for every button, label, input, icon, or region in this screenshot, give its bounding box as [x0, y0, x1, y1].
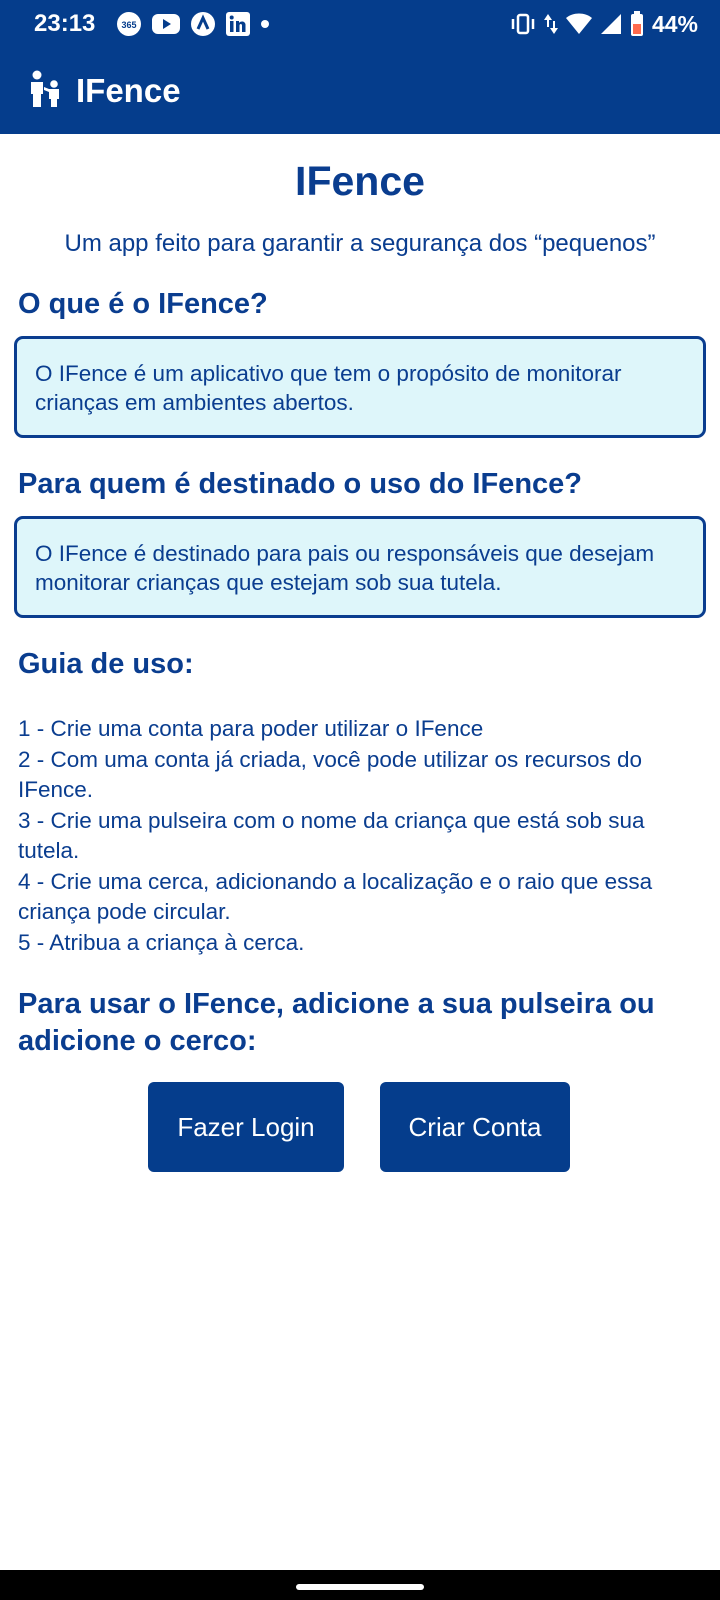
- signal-icon: [600, 11, 622, 37]
- home-gesture-handle[interactable]: [296, 1584, 424, 1590]
- youtube-icon: [152, 11, 180, 37]
- cta-heading: Para usar o IFence, adicione a sua pulse…: [18, 988, 655, 1057]
- wifi-icon: [565, 11, 592, 37]
- guide-step: 5 - Atribua a criança à cerca.: [18, 929, 305, 955]
- dot-icon: [260, 11, 270, 37]
- app-bar: IFence: [0, 48, 720, 134]
- data-arrows-icon: [543, 11, 558, 37]
- guide-step: 1 - Crie uma conta para poder utilizar o…: [18, 716, 484, 741]
- battery-icon: [630, 11, 644, 37]
- guide-steps-list: 1 - Crie uma conta para poder utilizar o…: [18, 714, 708, 958]
- parent-child-icon: [28, 70, 64, 108]
- info-box-audience: O IFence é destinado para pais ou respon…: [14, 516, 706, 618]
- create-account-button[interactable]: Criar Conta: [380, 1082, 570, 1172]
- system-nav-bar: [0, 1570, 720, 1600]
- arrow-app-icon: [190, 11, 216, 37]
- vibrate-icon: [510, 11, 536, 37]
- app-bar-title: IFence: [76, 72, 181, 109]
- guide-step: 2 - Com uma conta já criada, você pode u…: [18, 746, 643, 803]
- status-time: 23:13: [34, 10, 96, 37]
- system-status: 44%: [510, 8, 698, 40]
- info-box-text: O IFence é destinado para pais ou respon…: [35, 541, 655, 595]
- svg-text:365: 365: [121, 20, 136, 30]
- notification-icons: 365: [116, 10, 270, 38]
- info-box-text: O IFence é um aplicativo que tem o propó…: [35, 361, 622, 415]
- battery-percent: 44%: [651, 10, 698, 37]
- guide-heading: Guia de uso:: [18, 648, 194, 680]
- guide-step: 4 - Crie uma cerca, adicionando a locali…: [18, 868, 653, 925]
- info-box-what-is: O IFence é um aplicativo que tem o propó…: [14, 336, 706, 438]
- linkedin-icon: [226, 11, 250, 37]
- 365-icon: 365: [116, 11, 142, 37]
- login-button[interactable]: Fazer Login: [148, 1082, 344, 1172]
- status-bar: 23:13 365 44%: [0, 0, 720, 48]
- page-title: IFence: [295, 158, 425, 204]
- section-heading-what-is: O que é o IFence?: [18, 288, 268, 320]
- page-subtitle: Um app feito para garantir a segurança d…: [64, 230, 656, 257]
- section-heading-audience: Para quem é destinado o uso do IFence?: [18, 468, 582, 500]
- guide-step: 3 - Crie uma pulseira com o nome da cria…: [18, 807, 645, 864]
